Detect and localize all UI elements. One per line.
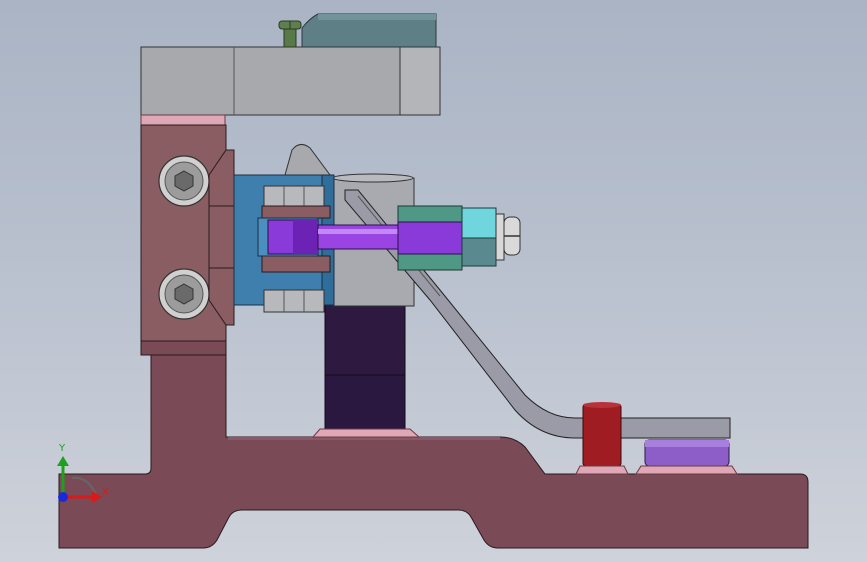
purple-rod-head-shade [293,220,318,254]
triad-y-label: Y [59,443,66,454]
triad-z-axis [58,492,68,502]
teal-lock-nut-rim-bottom [397,253,463,271]
teal-lock-nut-rim-top [397,205,463,223]
red-pin[interactable] [582,403,622,467]
red-pin-top [583,402,621,408]
lilac-puck-top [645,440,729,447]
arm-hook[interactable] [284,144,331,176]
gray-hex-nut-top[interactable] [263,185,325,207]
pink-spacer-top [140,114,226,126]
pink-flange-upper [261,205,331,219]
triad-y-arrow [57,456,69,466]
cap-screw-lower[interactable] [158,268,210,320]
dark-pillar-upper[interactable] [324,304,406,376]
washer[interactable] [495,213,505,261]
top-cylinder-band [318,14,436,20]
teal-lock-nut-bore [397,221,463,255]
cyan-hex-nut-lower [461,237,497,267]
lilac-puck-base [635,465,738,475]
red-pin-base [575,465,629,475]
vertical-plate-bottom-rim [140,340,227,356]
gray-hex-nut-bottom[interactable] [263,289,325,313]
green-screw-shank [283,28,297,48]
triad-x-label: X [102,487,109,498]
top-block[interactable] [140,46,441,116]
cap-screw-upper[interactable] [158,155,210,207]
gray-cylinder-top [332,173,414,183]
pink-flange-lower [261,255,331,273]
assembly-model[interactable] [0,0,867,562]
top-block-face-right [399,46,441,116]
dark-pillar-lower[interactable] [324,374,406,431]
cad-viewport[interactable]: Y X [0,0,867,562]
pillar-pink-foot [311,428,421,438]
